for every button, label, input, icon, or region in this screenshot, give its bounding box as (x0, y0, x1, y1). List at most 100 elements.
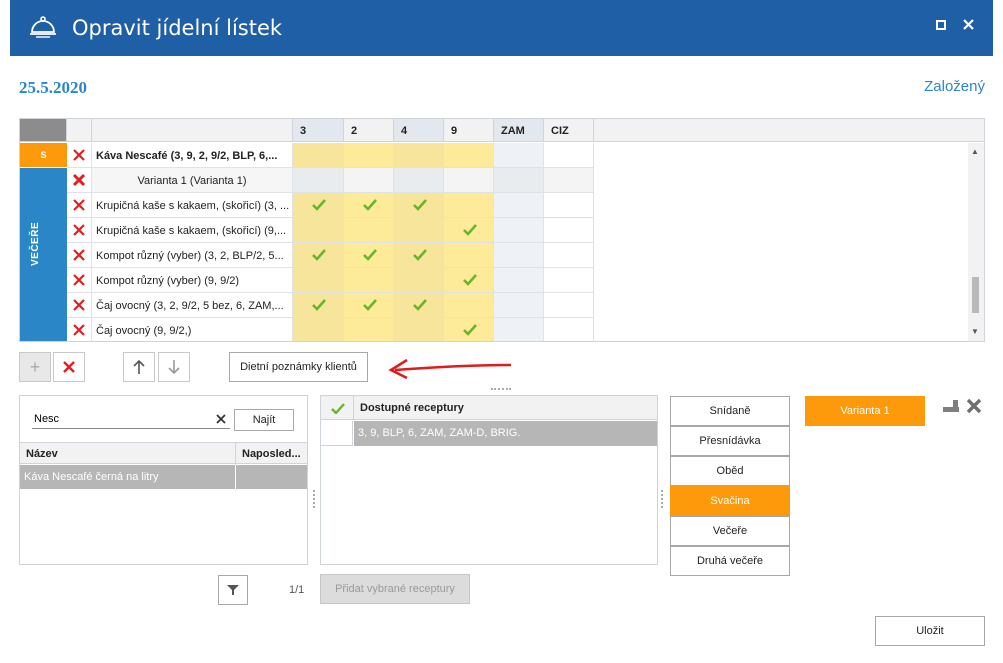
variant-edit-icon[interactable] (942, 398, 960, 414)
delete-row-button[interactable] (53, 352, 85, 382)
diet-cell[interactable] (494, 318, 544, 341)
col-header-ciz[interactable]: CIZ (544, 119, 594, 142)
dish-cell[interactable]: Čaj ovocný (9, 9/2,) (92, 318, 293, 341)
meal-1[interactable]: Přesnídávka (670, 426, 790, 456)
meal-2[interactable]: Oběd (670, 456, 790, 486)
dish-cell[interactable]: Čaj ovocný (3, 2, 9/2, 5 bez, 6, ZAM,... (92, 293, 293, 318)
diet-cell[interactable] (394, 168, 444, 193)
col-name-header[interactable]: Název (26, 448, 58, 460)
dish-cell[interactable]: Káva Nescafé (3, 9, 2, 9/2, BLP, 6,... (92, 143, 293, 168)
diet-cell[interactable] (394, 268, 444, 293)
diet-cell[interactable] (344, 218, 394, 243)
recipe-checkbox[interactable] (321, 421, 353, 446)
diet-cell[interactable] (344, 168, 394, 193)
col-header-3[interactable]: 3 (293, 119, 344, 142)
diet-cell[interactable] (494, 168, 544, 193)
diet-cell[interactable] (293, 168, 344, 193)
delete-row-icon[interactable] (72, 298, 86, 312)
scroll-down-icon[interactable]: ▼ (971, 327, 979, 336)
splitter-grip[interactable] (491, 388, 511, 390)
delete-row-icon[interactable] (72, 173, 86, 187)
diet-cell[interactable] (494, 143, 544, 168)
diet-cell[interactable] (444, 268, 494, 293)
splitter-grip-right[interactable] (661, 490, 663, 508)
diet-cell[interactable] (344, 193, 394, 218)
delete-row-icon[interactable] (72, 323, 86, 337)
dish-cell[interactable]: Kompot různý (vyber) (9, 9/2) (92, 268, 293, 293)
diet-cell[interactable] (494, 268, 544, 293)
diet-cell[interactable] (444, 243, 494, 268)
diet-cell[interactable] (544, 143, 594, 168)
delete-row-icon[interactable] (72, 198, 86, 212)
diet-cell[interactable] (293, 318, 344, 341)
delete-row-icon[interactable] (72, 148, 86, 162)
diet-cell[interactable] (444, 293, 494, 318)
meal-4[interactable]: Večeře (670, 516, 790, 546)
diet-cell[interactable] (344, 243, 394, 268)
diet-notes-button[interactable]: Dietní poznámky klientů (229, 352, 368, 382)
diet-cell[interactable] (544, 268, 594, 293)
diet-cell[interactable] (344, 318, 394, 341)
diet-cell[interactable] (344, 293, 394, 318)
scrollbar-thumb[interactable] (972, 277, 979, 313)
recipe-row[interactable]: 3, 9, BLP, 6, ZAM, ZAM-D, BRIG. (321, 421, 657, 446)
diet-cell[interactable] (444, 318, 494, 341)
col-header-2[interactable]: 2 (344, 119, 394, 142)
diet-cell[interactable] (344, 268, 394, 293)
move-up-button[interactable] (123, 352, 155, 382)
scroll-up-icon[interactable]: ▲ (971, 147, 979, 156)
diet-cell[interactable] (544, 168, 594, 193)
diet-cell[interactable] (544, 193, 594, 218)
diet-cell[interactable] (293, 243, 344, 268)
meal-3[interactable]: Svačina (670, 486, 790, 516)
clear-search-icon[interactable] (216, 414, 226, 424)
dish-cell[interactable]: Krupičná kaše s kakaem, (skořicí) (9,... (92, 218, 293, 243)
diet-cell[interactable] (444, 218, 494, 243)
diet-cell[interactable] (293, 193, 344, 218)
maximize-button[interactable] (933, 18, 949, 34)
diet-cell[interactable] (394, 293, 444, 318)
diet-cell[interactable] (293, 293, 344, 318)
dish-cell[interactable]: Varianta 1 (Varianta 1) (92, 168, 293, 193)
col-header-zam[interactable]: ZAM (494, 119, 544, 142)
diet-cell[interactable] (444, 143, 494, 168)
diet-cell[interactable] (394, 143, 444, 168)
diet-cell[interactable] (544, 243, 594, 268)
close-button[interactable] (960, 18, 976, 34)
dish-cell[interactable]: Kompot různý (vyber) (3, 2, BLP/2, 5... (92, 243, 293, 268)
find-button[interactable]: Najít (234, 409, 294, 431)
diet-cell[interactable] (494, 293, 544, 318)
variant-delete-icon[interactable] (966, 398, 982, 414)
meal-0[interactable]: Snídaně (670, 396, 790, 426)
move-down-button[interactable] (158, 352, 190, 382)
delete-row-icon[interactable] (72, 223, 86, 237)
diet-cell[interactable] (394, 193, 444, 218)
add-recipes-button[interactable]: Přidat vybrané receptury (320, 574, 470, 604)
grid-scrollbar[interactable]: ▲ ▼ (968, 143, 984, 341)
diet-cell[interactable] (544, 218, 594, 243)
search-input[interactable] (34, 411, 204, 427)
diet-cell[interactable] (394, 218, 444, 243)
col-header-4[interactable]: 4 (394, 119, 444, 142)
diet-cell[interactable] (544, 293, 594, 318)
dish-cell[interactable]: Krupičná kaše s kakaem, (skořicí) (3, ..… (92, 193, 293, 218)
delete-row-icon[interactable] (72, 273, 86, 287)
search-result-row[interactable]: Káva Nescafé černá na litry (20, 465, 307, 489)
meal-5[interactable]: Druhá večeře (670, 546, 790, 576)
select-all-check-icon[interactable] (331, 403, 345, 414)
diet-cell[interactable] (293, 268, 344, 293)
diet-cell[interactable] (344, 143, 394, 168)
diet-cell[interactable] (444, 168, 494, 193)
variant-button[interactable]: Varianta 1 (805, 396, 925, 426)
filter-button[interactable] (218, 575, 248, 605)
diet-cell[interactable] (494, 218, 544, 243)
diet-cell[interactable] (394, 243, 444, 268)
diet-cell[interactable] (293, 218, 344, 243)
diet-cell[interactable] (394, 318, 444, 341)
col-header-9[interactable]: 9 (444, 119, 494, 142)
diet-cell[interactable] (494, 243, 544, 268)
add-row-button[interactable]: + (19, 352, 51, 382)
diet-cell[interactable] (444, 193, 494, 218)
splitter-grip-left[interactable] (313, 490, 315, 508)
save-button[interactable]: Uložit (875, 616, 985, 646)
